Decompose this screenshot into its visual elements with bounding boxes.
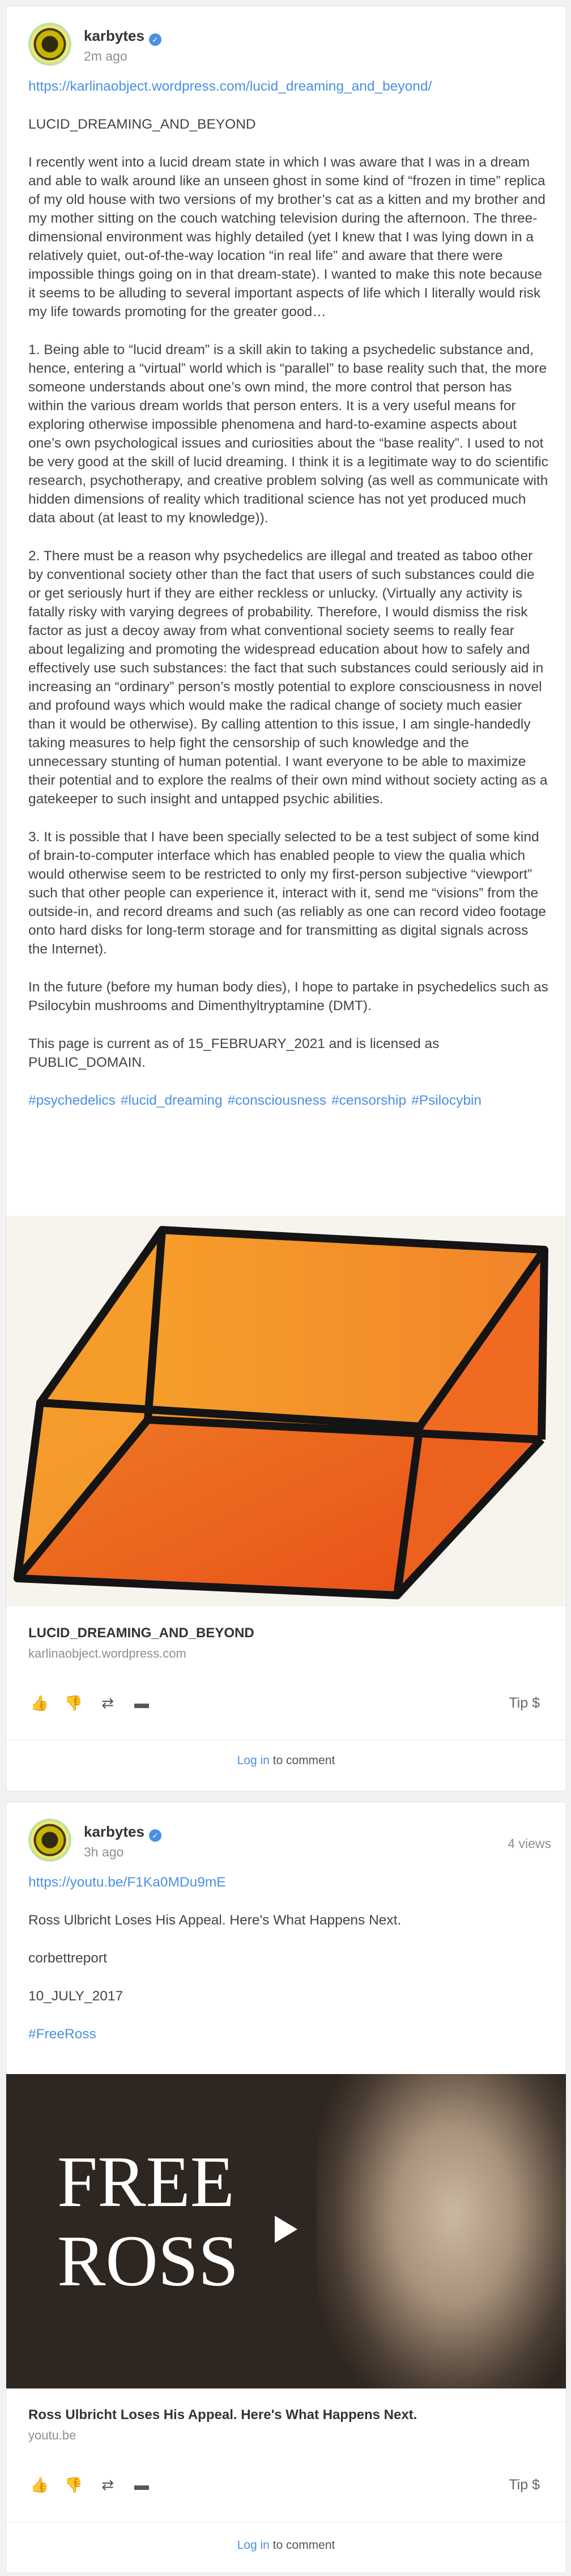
post-body: https://karlinaobject.wordpress.com/luci… (28, 77, 549, 1110)
action-bar: 👍 👎 ⇄ ▬ Tip $ (28, 1692, 551, 1714)
verified-icon: ✓ (148, 33, 161, 46)
orange-cube-image (14, 1226, 548, 1599)
hashtags: #psychedelics #lucid_dreaming #consciousne… (28, 1091, 549, 1110)
thumbnail-text-line: FREE (57, 2141, 235, 2222)
comment-prompt-text: to comment (269, 2539, 335, 2552)
link-title[interactable]: LUCID_DREAMING_AND_BEYOND (28, 1625, 254, 1641)
channel-line: corbettreport (28, 1951, 107, 1966)
thumbnail-text: FREE ROSS (57, 2142, 238, 2301)
author-name[interactable]: karbytes (84, 27, 144, 44)
post-url-link[interactable]: https://youtu.be/F1Ka0MDu9mE (28, 1875, 226, 1890)
thumbs-down-icon[interactable]: 👎 (62, 1692, 85, 1714)
link-domain[interactable]: karlinaobject.wordpress.com (28, 1646, 186, 1661)
hashtag[interactable]: #lucid_dreaming (121, 1093, 223, 1108)
comment-prompt-text: to comment (269, 1754, 335, 1767)
paragraph: I recently went into a lucid dream state… (28, 155, 546, 320)
author-row: karbytes ✓ (84, 27, 161, 46)
link-preview-image[interactable] (6, 1216, 566, 1607)
author-name[interactable]: karbytes (84, 1823, 144, 1840)
post-body: https://youtu.be/F1Ka0MDu9mE Ross Ulbric… (28, 1873, 549, 2043)
hashtag[interactable]: #Psilocybin (411, 1093, 481, 1108)
play-icon[interactable] (275, 2216, 297, 2243)
hashtags: #FreeRoss (28, 2025, 549, 2043)
avatar[interactable] (28, 1819, 71, 1862)
tip-button[interactable]: Tip $ (509, 2473, 540, 2496)
thumbnail-text-line: ROSS (57, 2221, 239, 2301)
comment-icon[interactable]: ▬ (130, 1692, 153, 1714)
paragraph: This page is current as of 15_FEBRUARY_2… (28, 1036, 440, 1070)
repost-icon[interactable]: ⇄ (96, 1692, 119, 1714)
paragraph: In the future (before my human body dies… (28, 980, 548, 1014)
author-row: karbytes ✓ (84, 1823, 161, 1842)
post-url-link[interactable]: https://karlinaobject.wordpress.com/luci… (28, 79, 432, 94)
avatar[interactable] (28, 23, 71, 66)
repost-icon[interactable]: ⇄ (96, 2473, 119, 2496)
paragraph: 3. It is possible that I have been speci… (28, 829, 546, 957)
post-title: LUCID_DREAMING_AND_BEYOND (28, 117, 256, 132)
post-card: karbytes ✓ 3h ago 4 views https://youtu.b… (6, 1802, 566, 2573)
login-link[interactable]: Log in (237, 2539, 270, 2552)
hashtag[interactable]: #consciousness (228, 1093, 326, 1108)
paragraph: 1. Being able to “lucid dream” is a skil… (28, 342, 548, 526)
view-count: 4 views (508, 1836, 551, 1851)
action-bar: 👍 👎 ⇄ ▬ Tip $ (28, 2473, 551, 2496)
portrait-photo (317, 2074, 566, 2388)
video-title-line: Ross Ulbricht Loses His Appeal. Here's W… (28, 1913, 402, 1928)
link-title[interactable]: Ross Ulbricht Loses His Appeal. Here's W… (28, 2407, 417, 2423)
thumbs-up-icon[interactable]: 👍 (28, 2473, 51, 2496)
post-time[interactable]: 3h ago (84, 1845, 123, 1860)
post-time[interactable]: 2m ago (84, 49, 127, 64)
hashtag[interactable]: #psychedelics (28, 1093, 116, 1108)
date-line: 10_JULY_2017 (28, 1989, 123, 2004)
thumbs-down-icon[interactable]: 👎 (62, 2473, 85, 2496)
comment-prompt: Log in to comment (6, 1754, 566, 1768)
login-link[interactable]: Log in (237, 1754, 270, 1767)
tip-button[interactable]: Tip $ (509, 1692, 540, 1714)
hashtag[interactable]: #censorship (331, 1093, 406, 1108)
link-domain[interactable]: youtu.be (28, 2428, 76, 2443)
video-thumbnail[interactable]: FREE ROSS (6, 2074, 566, 2388)
comment-prompt: Log in to comment (6, 2539, 566, 2552)
verified-icon: ✓ (148, 1829, 161, 1842)
hashtag[interactable]: #FreeRoss (28, 2026, 96, 2042)
comment-icon[interactable]: ▬ (130, 2473, 153, 2496)
paragraph: 2. There must be a reason why psychedeli… (28, 548, 548, 807)
post-card: karbytes ✓ 2m ago https://karlinaobject.w… (6, 6, 566, 1791)
thumbs-up-icon[interactable]: 👍 (28, 1692, 51, 1714)
